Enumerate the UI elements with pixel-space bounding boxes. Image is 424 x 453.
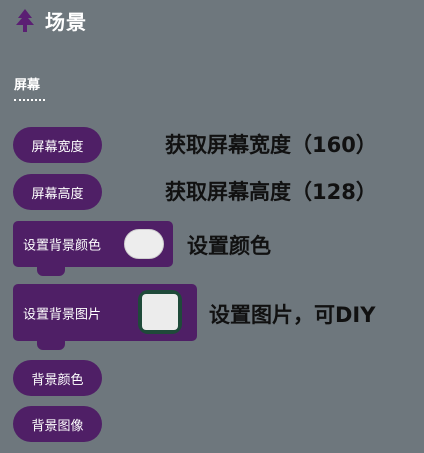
screen-width-note: 获取屏幕宽度（160） <box>165 133 377 157</box>
screen-width-block[interactable]: 屏幕宽度 <box>13 127 102 163</box>
block-label: 背景图像 <box>31 418 84 434</box>
block-label: 屏幕高度 <box>31 186 84 202</box>
tree-icon <box>16 8 34 32</box>
block-notch <box>37 267 65 276</box>
section-label: 屏幕 <box>14 78 41 93</box>
category-header: 场景 <box>14 6 87 35</box>
set-color-note: 设置颜色 <box>187 234 271 258</box>
color-picker-oval[interactable] <box>124 229 164 259</box>
set-image-note: 设置图片，可DIY <box>209 303 376 327</box>
screen-height-block[interactable]: 屏幕高度 <box>13 174 102 210</box>
background-image-block[interactable]: 背景图像 <box>13 406 102 442</box>
image-preview <box>142 294 178 330</box>
screen-height-note: 获取屏幕高度（128） <box>165 180 377 204</box>
background-color-block[interactable]: 背景颜色 <box>13 360 102 396</box>
category-title: 场景 <box>45 10 87 34</box>
block-label: 屏幕宽度 <box>31 139 84 155</box>
set-background-image-block[interactable]: 设置背景图片 <box>13 284 197 350</box>
section-divider <box>14 99 45 101</box>
image-picker-slot[interactable] <box>138 290 182 334</box>
block-label: 背景颜色 <box>31 372 84 388</box>
block-label: 设置背景图片 <box>23 307 102 322</box>
block-notch <box>37 341 65 350</box>
set-background-color-block[interactable]: 设置背景颜色 <box>13 221 173 276</box>
block-label: 设置背景颜色 <box>23 238 102 254</box>
